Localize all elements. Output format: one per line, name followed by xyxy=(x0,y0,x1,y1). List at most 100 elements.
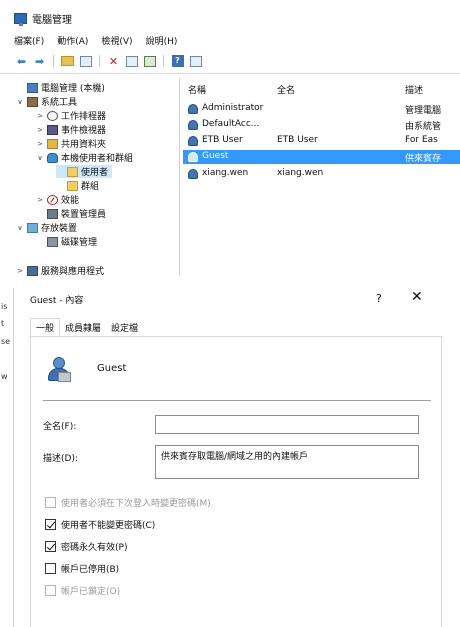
expand-chevron-icon[interactable]: > xyxy=(36,126,44,134)
tree-item-task-scheduler[interactable]: > 工作排程器 xyxy=(36,109,106,122)
user-list: 名稱 全名 描述 Administrator 管理電腦 DefaultAcc..… xyxy=(183,80,460,276)
checkbox-account-locked[interactable]: 帳戶已鎖定(O) xyxy=(45,583,120,597)
computer-management-icon xyxy=(14,12,27,26)
expand-chevron-icon[interactable]: ∨ xyxy=(16,224,24,232)
guest-properties-dialog: is t se w Guest - 內容 ? ✕ 一般 成員隸屬 設定檔 Gue… xyxy=(0,288,460,627)
user-icon xyxy=(188,104,198,114)
tree-item-label: 本機使用者和群組 xyxy=(61,154,134,164)
checkbox-label: 密碼永久有效(P) xyxy=(61,542,128,553)
column-header-fullname[interactable]: 全名 xyxy=(277,83,295,96)
account-name: Guest xyxy=(97,363,127,374)
menu-help[interactable]: 說明(H) xyxy=(146,34,178,47)
description-field[interactable]: 供來賓存取電腦/網域之用的內建帳戶 xyxy=(155,445,419,479)
dialog-title: Guest - 內容 xyxy=(30,296,84,306)
list-item-selected[interactable]: Guest 供來賓存 xyxy=(183,150,460,164)
list-item[interactable]: DefaultAcc... 由系統管 xyxy=(183,118,460,132)
user-name: Guest xyxy=(202,151,229,161)
tree-item-users[interactable]: 使用者 xyxy=(56,165,113,178)
show-hide-tree-icon[interactable] xyxy=(79,55,92,67)
toolbar: ⬅ ➡ ✕ ? xyxy=(14,52,203,70)
help-button[interactable]: ? xyxy=(376,292,382,305)
expand-chevron-icon[interactable]: ∨ xyxy=(36,154,44,162)
user-fullname: ETB User xyxy=(277,135,318,145)
toolbar-separator xyxy=(53,55,54,67)
tree-item-storage[interactable]: ∨ 存放裝置 xyxy=(16,221,77,234)
column-header-name[interactable]: 名稱 xyxy=(188,83,206,96)
checkbox-cannot-change-password[interactable]: 使用者不能變更密碼(C) xyxy=(45,517,155,531)
checkbox-box[interactable] xyxy=(45,496,56,508)
menu-view[interactable]: 檢視(V) xyxy=(101,34,132,47)
tree-item-performance[interactable]: > 效能 xyxy=(36,193,79,206)
shared-folder-icon xyxy=(47,138,58,149)
up-folder-icon[interactable] xyxy=(61,56,74,66)
forward-arrow-icon[interactable]: ➡ xyxy=(32,54,47,68)
event-viewer-icon xyxy=(47,124,58,135)
user-avatar-icon xyxy=(46,357,71,382)
tree-item-label: 效能 xyxy=(61,196,80,206)
divider xyxy=(43,400,431,401)
list-item[interactable]: Administrator 管理電腦 xyxy=(183,102,460,116)
expand-chevron-icon[interactable]: > xyxy=(36,112,44,120)
user-name: ETB User xyxy=(202,135,243,145)
checkbox-box[interactable] xyxy=(45,562,56,574)
services-icon xyxy=(27,265,38,276)
tree-item-event-viewer[interactable]: > 事件檢視器 xyxy=(36,123,106,136)
device-manager-icon xyxy=(47,208,58,219)
list-item[interactable]: xiang.wen xiang.wen xyxy=(183,167,460,181)
tab-profile[interactable]: 設定檔 xyxy=(106,318,144,337)
back-arrow-icon[interactable]: ⬅ xyxy=(14,54,29,68)
menu-action[interactable]: 動作(A) xyxy=(57,34,88,47)
view-pane-icon[interactable] xyxy=(189,55,202,67)
user-icon xyxy=(188,169,198,179)
expand-chevron-icon[interactable]: ∨ xyxy=(16,98,24,106)
tree-item-local-users-groups[interactable]: ∨ 本機使用者和群組 xyxy=(36,151,133,164)
checkbox-label: 使用者不能變更密碼(C) xyxy=(61,520,156,531)
tab-member-of[interactable]: 成員隸屬 xyxy=(60,318,107,337)
expand-chevron-icon[interactable]: > xyxy=(16,267,24,275)
close-icon[interactable]: ✕ xyxy=(411,289,423,305)
navigation-tree: 電腦管理 (本機) ∨ 系統工具 > 工作排程器 > 事件檢視器 > 共用資料夾… xyxy=(14,78,180,276)
expand-chevron-icon[interactable]: > xyxy=(36,196,44,204)
tree-item-disk-management[interactable]: 磁碟管理 xyxy=(36,235,97,248)
tree-item-label: 共用資料夾 xyxy=(61,140,107,150)
user-description: For Eas xyxy=(405,135,438,145)
tree-item-shared-folders[interactable]: > 共用資料夾 xyxy=(36,137,106,150)
tree-item-device-manager[interactable]: 裝置管理員 xyxy=(36,207,106,220)
checkbox-must-change-password[interactable]: 使用者必須在下次登入時變更密碼(M) xyxy=(45,495,211,509)
tree-item-label: 使用者 xyxy=(81,168,109,178)
user-description: 供來賓存 xyxy=(405,154,442,164)
checkbox-label: 帳戶已鎖定(O) xyxy=(61,586,121,597)
checkbox-password-never-expires[interactable]: 密碼永久有效(P) xyxy=(45,539,127,553)
tree-item-computer-management[interactable]: 電腦管理 (本機) xyxy=(16,81,105,94)
checkbox-box[interactable] xyxy=(45,518,56,530)
tree-item-groups[interactable]: 群組 xyxy=(56,179,99,192)
delete-icon[interactable]: ✕ xyxy=(106,54,121,68)
help-icon[interactable]: ? xyxy=(171,55,184,67)
folder-icon xyxy=(67,166,78,177)
edge-fragment: se xyxy=(1,337,11,346)
users-icon xyxy=(47,152,58,163)
list-item[interactable]: ETB User ETB User For Eas xyxy=(183,134,460,148)
performance-icon xyxy=(47,194,58,205)
storage-icon xyxy=(27,222,38,233)
fullname-field[interactable] xyxy=(155,415,419,434)
menu-file[interactable]: 檔案(F) xyxy=(14,34,44,47)
computer-management-window: 電腦管理 檔案(F) 動作(A) 檢視(V) 說明(H) ⬅ ➡ ✕ ? 電腦管… xyxy=(0,0,460,276)
folder-icon xyxy=(67,180,78,191)
window-title-text: 電腦管理 xyxy=(32,14,72,26)
tree-item-services-applications[interactable]: > 服務與應用程式 xyxy=(16,264,104,276)
list-header: 名稱 全名 描述 xyxy=(183,80,460,96)
toolbar-divider xyxy=(0,73,460,74)
properties-icon[interactable] xyxy=(125,55,138,67)
tree-item-system-tools[interactable]: ∨ 系統工具 xyxy=(16,95,77,108)
column-header-description[interactable]: 描述 xyxy=(405,83,423,96)
tab-general[interactable]: 一般 xyxy=(30,318,61,337)
export-list-icon[interactable] xyxy=(143,55,156,67)
clock-icon xyxy=(47,110,58,121)
checkbox-box[interactable] xyxy=(45,584,56,596)
checkbox-account-disabled[interactable]: 帳戶已停用(B) xyxy=(45,561,119,575)
expand-chevron-icon[interactable]: > xyxy=(36,140,44,148)
checkbox-box[interactable] xyxy=(45,540,56,552)
user-fullname: xiang.wen xyxy=(277,168,324,178)
user-icon xyxy=(188,136,198,146)
